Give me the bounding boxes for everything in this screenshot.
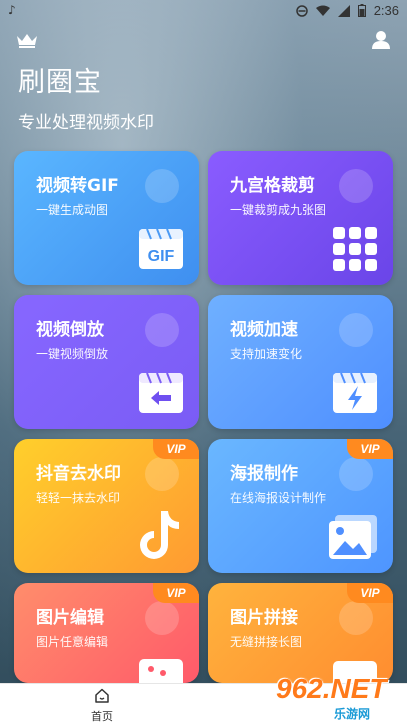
reverse-video-icon — [139, 372, 183, 413]
card-title: 抖音去水印 — [36, 464, 121, 484]
decor-bubble — [145, 169, 179, 203]
card-nine-grid-crop[interactable]: 九宫格裁剪 一键裁剪成九张图 — [208, 151, 393, 285]
card-desc: 轻轻一抹去水印 — [36, 491, 121, 505]
decor-bubble — [339, 313, 373, 347]
card-video-speed[interactable]: 视频加速 支持加速变化 — [208, 295, 393, 429]
card-title: 图片拼接 — [230, 608, 298, 628]
app-subtitle: 专业处理视频水印 — [18, 113, 154, 133]
status-time: 2:36 — [373, 3, 399, 18]
card-title: 视频加速 — [230, 320, 298, 340]
card-poster-making[interactable]: VIP 海报制作 在线海报设计制作 — [208, 439, 393, 573]
tab-home[interactable]: 首页 — [80, 688, 124, 724]
card-video-to-gif[interactable]: 视频转GIF 一键生成动图 GIF — [14, 151, 199, 285]
top-bar — [0, 28, 407, 54]
music-note-icon: ♪ — [8, 3, 16, 17]
card-desc: 图片任意编辑 — [36, 635, 109, 649]
gif-icon: GIF — [139, 228, 183, 269]
tiktok-icon — [140, 511, 179, 559]
vip-badge: VIP — [347, 439, 393, 459]
card-video-reverse[interactable]: 视频倒放 一键视频倒放 — [14, 295, 199, 429]
card-title: 视频倒放 — [36, 320, 104, 340]
decor-bubble — [145, 601, 179, 635]
watermark-sub-text: 乐游网 — [334, 707, 371, 721]
card-image-edit[interactable]: VIP 图片编辑 图片任意编辑 — [14, 583, 199, 683]
decor-bubble — [145, 313, 179, 347]
card-desc: 一键生成动图 — [36, 203, 109, 217]
status-bar: ♪ 2:36 — [0, 0, 407, 22]
grid-icon — [333, 227, 377, 271]
card-desc: 一键裁剪成九张图 — [230, 203, 327, 217]
site-watermark: 962.NET 乐游网 — [276, 673, 401, 723]
card-image-stitch[interactable]: VIP 图片拼接 无缝拼接长图 — [208, 583, 393, 683]
poster-icon — [329, 515, 377, 559]
signal-icon — [337, 4, 350, 17]
svg-text:GIF: GIF — [148, 248, 175, 265]
wifi-icon — [315, 5, 330, 16]
speed-video-icon — [333, 372, 377, 413]
vip-badge: VIP — [153, 583, 199, 603]
image-edit-icon — [139, 659, 183, 683]
battery-icon — [357, 4, 366, 17]
tab-home-label: 首页 — [91, 710, 113, 723]
card-desc: 在线海报设计制作 — [230, 491, 327, 505]
card-title: 视频转GIF — [36, 176, 119, 196]
decor-bubble — [145, 457, 179, 491]
card-title: 九宫格裁剪 — [230, 176, 315, 196]
vip-badge: VIP — [153, 439, 199, 459]
decor-bubble — [339, 169, 373, 203]
card-title: 海报制作 — [230, 464, 298, 484]
app-title: 刷圈宝 — [18, 67, 102, 98]
user-icon[interactable] — [371, 30, 391, 50]
card-desc: 一键视频倒放 — [36, 347, 109, 361]
decor-bubble — [339, 601, 373, 635]
card-douyin-watermark-removal[interactable]: VIP 抖音去水印 轻轻一抹去水印 — [14, 439, 199, 573]
home-icon — [95, 688, 109, 703]
vip-badge: VIP — [347, 583, 393, 603]
watermark-logo-text: 962.NET — [276, 673, 387, 704]
decor-bubble — [339, 457, 373, 491]
card-desc: 无缝拼接长图 — [230, 635, 303, 649]
card-desc: 支持加速变化 — [230, 347, 303, 361]
block-icon — [295, 4, 308, 17]
crown-icon[interactable] — [16, 32, 38, 48]
card-title: 图片编辑 — [36, 608, 104, 628]
